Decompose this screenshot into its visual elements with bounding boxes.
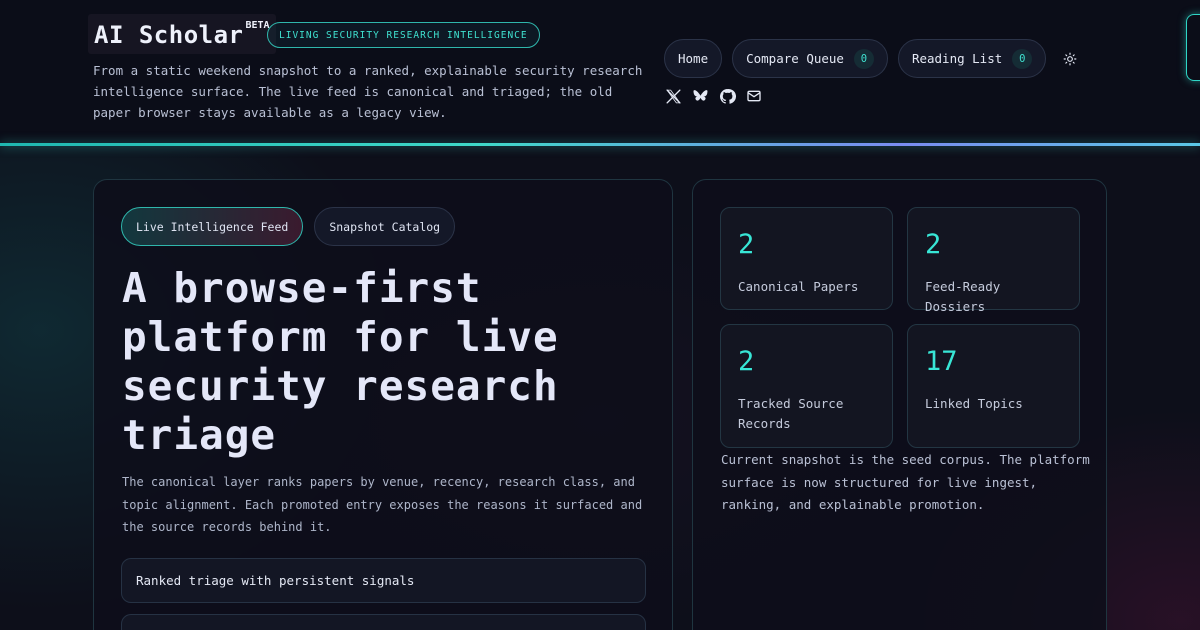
header-divider [0,143,1200,146]
stats-card: 2 Canonical Papers 2 Feed-Ready Dossiers… [692,179,1107,630]
compare-queue-button[interactable]: Compare Queue 0 [732,39,888,78]
stat-value: 17 [925,346,958,377]
hero-card: Live Intelligence Feed Snapshot Catalog … [93,179,673,630]
compare-queue-count: 0 [853,48,874,69]
stat-label: Linked Topics [925,396,1023,411]
stat-value: 2 [738,346,755,377]
reading-list-label: Reading List [911,51,1003,66]
github-icon[interactable] [718,87,736,105]
sun-icon[interactable] [1060,49,1080,69]
stat-feed-ready-dossiers: 2 Feed-Ready Dossiers [907,207,1080,314]
stat-label: Feed-Ready Dossiers [925,279,1001,314]
home-label: Home [678,51,709,66]
compare-queue-label: Compare Queue [746,51,844,66]
snapshot-note: Current snapshot is the seed corpus. The… [721,452,1090,512]
view-tabs: Live Intelligence Feed Snapshot Catalog [121,207,466,246]
beta-badge: BETA [245,20,270,31]
intro-text: From a static weekend snapshot to a rank… [93,63,643,120]
tab-snapshot-catalog[interactable]: Snapshot Catalog [314,207,456,246]
stat-label: Tracked Source Records [738,396,844,431]
edge-action-button[interactable] [1186,14,1200,81]
main-nav: Home Compare Queue 0 Reading List 0 [664,39,1080,78]
feature-item: Ranked triage with persistent signals [121,558,646,603]
stat-canonical-papers: 2 Canonical Papers [720,207,893,310]
social-links [664,87,772,105]
mail-icon[interactable] [745,87,763,105]
brand[interactable]: AI Scholar BETA [88,14,276,54]
tagline-pill: LIVING SECURITY RESEARCH INTELLIGENCE [267,22,540,48]
feature-label: Ranked triage with persistent signals [136,573,415,588]
hero-description: The canonical layer ranks papers by venu… [122,475,643,534]
bluesky-icon[interactable] [691,87,709,105]
reading-list-button[interactable]: Reading List 0 [897,39,1047,78]
site-header: AI Scholar BETA LIVING SECURITY RESEARCH… [0,0,1200,144]
page-title: A browse-first platform for live securit… [122,264,559,459]
stat-tracked-source-records: 2 Tracked Source Records [720,324,893,448]
brand-logo[interactable]: AI Scholar BETA [88,14,276,54]
home-button[interactable]: Home [664,39,723,78]
stat-label: Canonical Papers [738,279,859,294]
brand-name: AI Scholar [94,21,244,49]
reading-list-count: 0 [1012,48,1033,69]
x-icon[interactable] [664,87,682,105]
stat-value: 2 [925,229,942,260]
stat-linked-topics: 17 Linked Topics [907,324,1080,448]
stat-value: 2 [738,229,755,260]
tab-live-intelligence-feed[interactable]: Live Intelligence Feed [121,207,304,246]
feature-item [121,614,646,630]
